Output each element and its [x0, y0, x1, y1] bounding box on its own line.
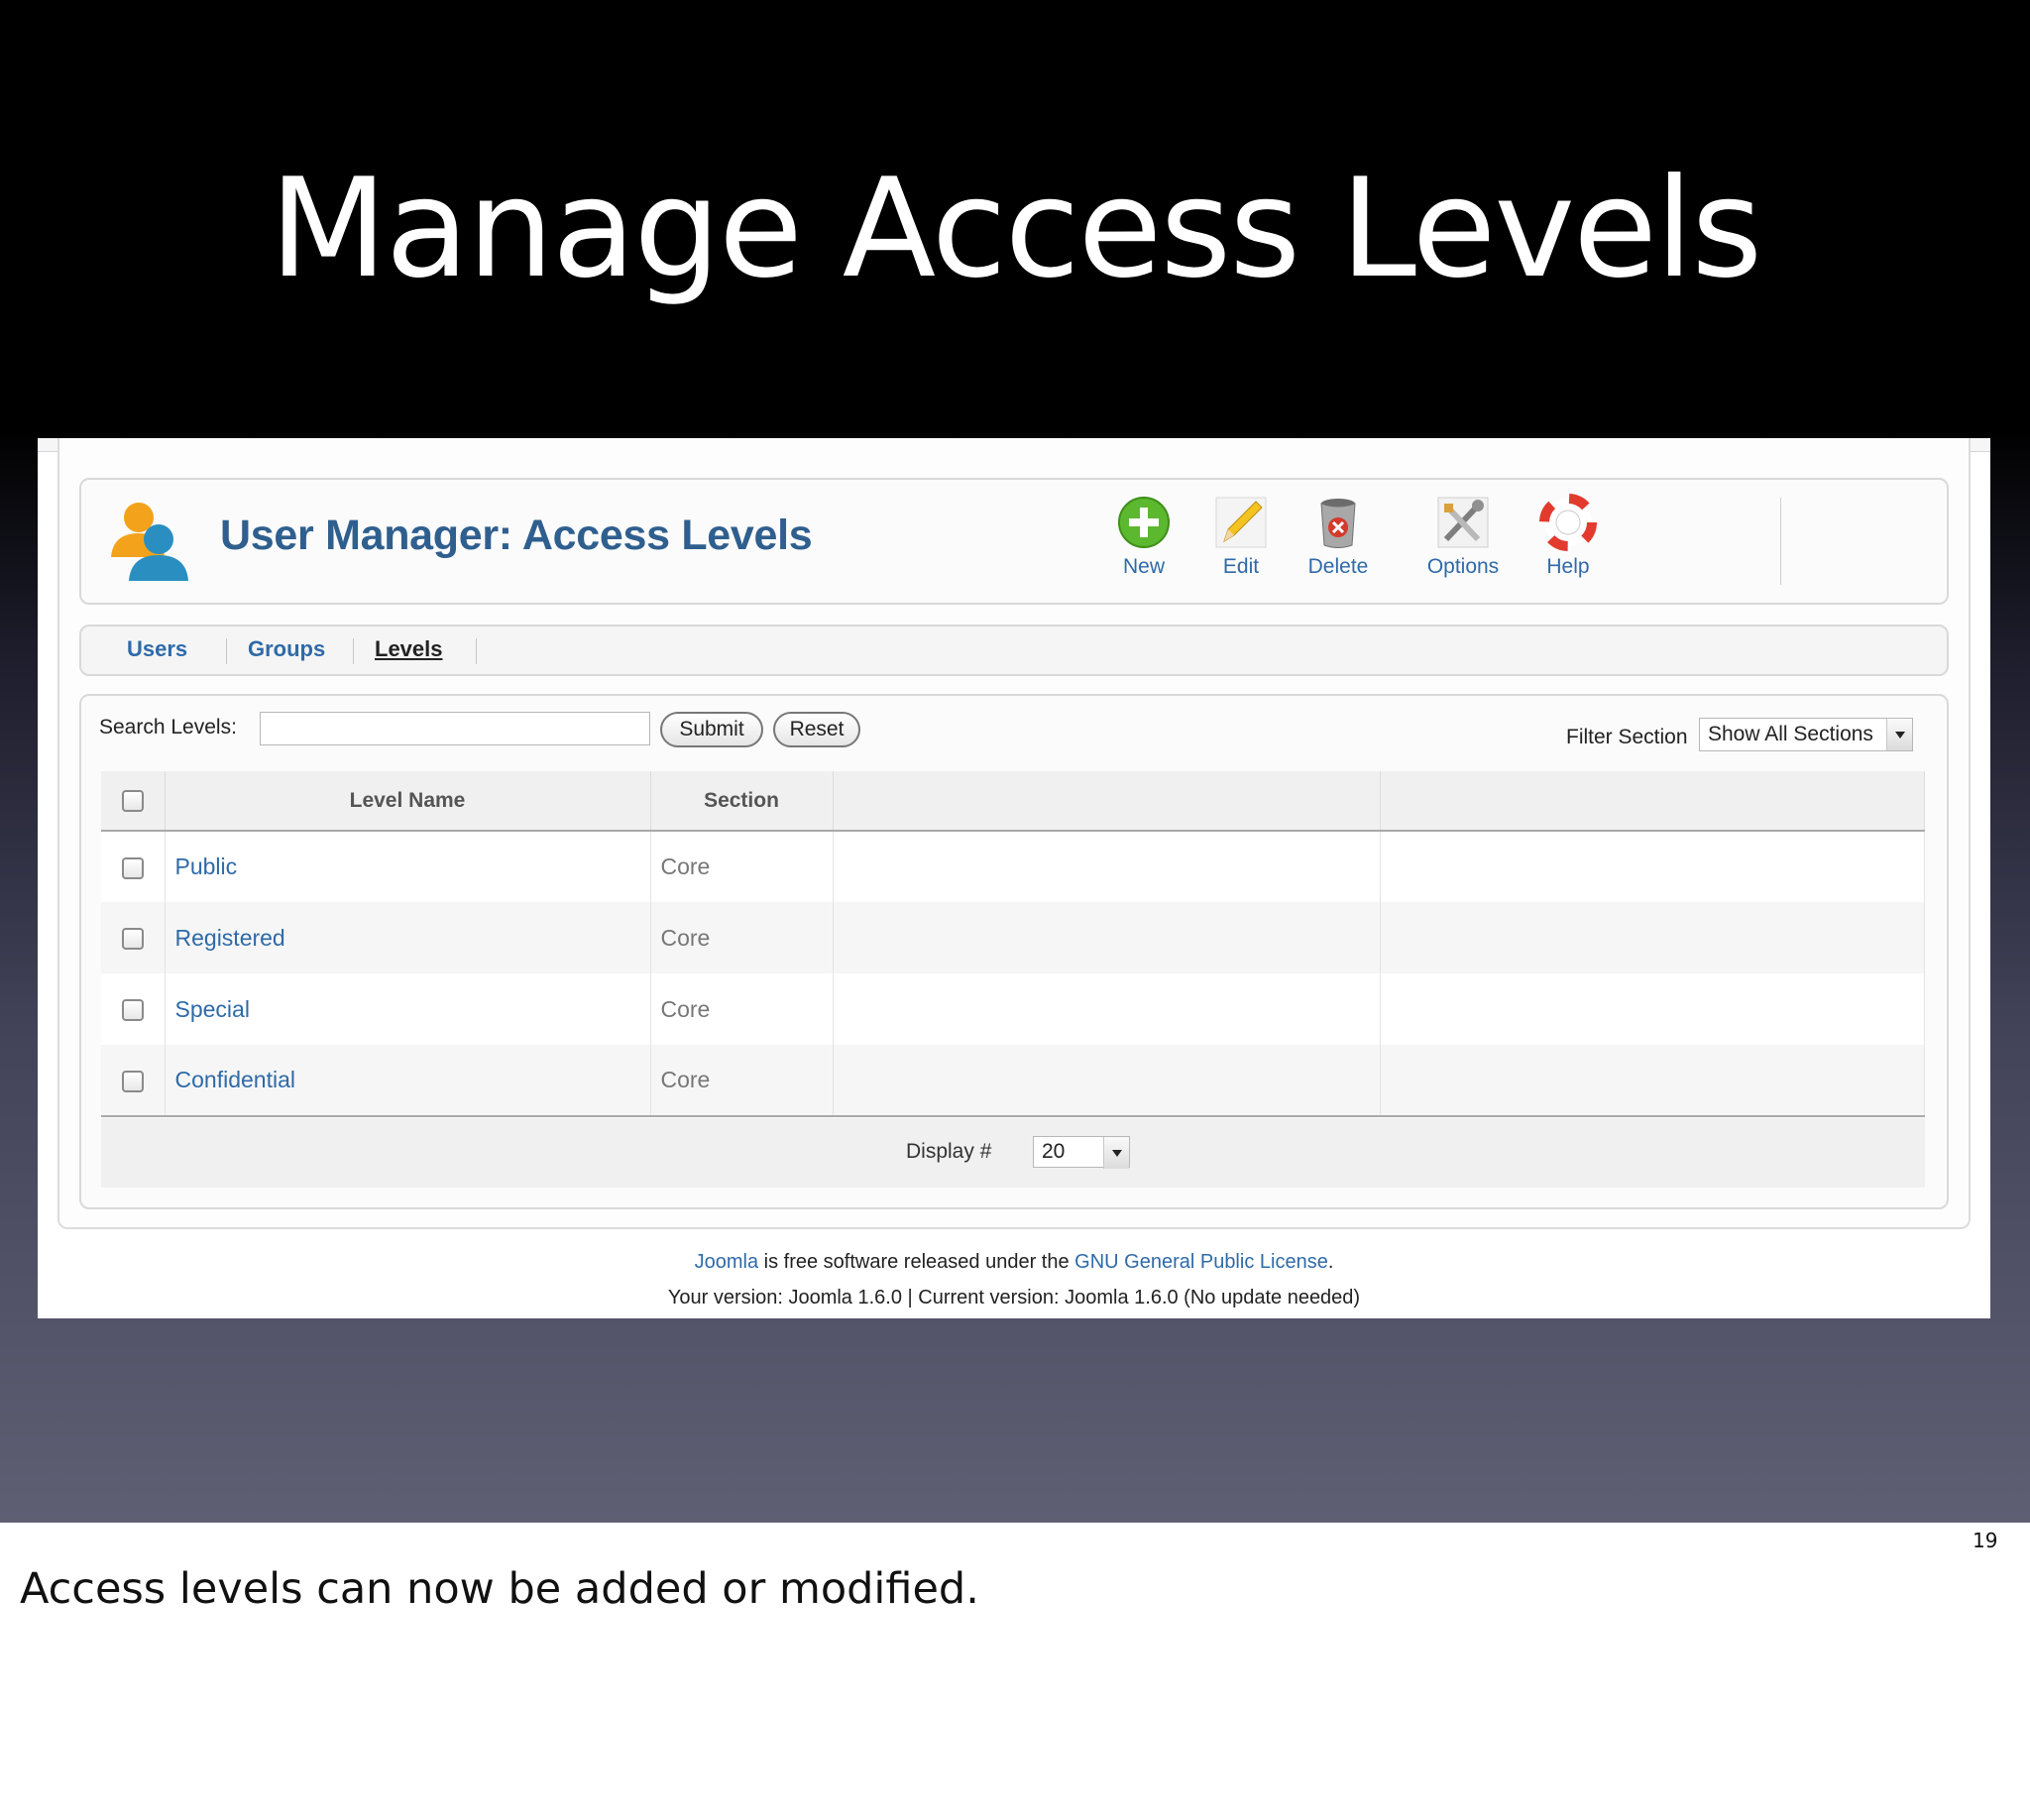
column-header-empty [1380, 771, 1925, 832]
filter-section-label: Filter Section [1566, 726, 1688, 748]
delete-button[interactable]: Delete [1291, 494, 1386, 593]
add-icon [1118, 497, 1170, 548]
empty-cell [1380, 1045, 1925, 1117]
tools-icon [1437, 497, 1489, 548]
chevron-down-icon [1103, 1137, 1129, 1169]
table-row: Public Core [101, 831, 1925, 902]
column-header-section[interactable]: Section [650, 771, 834, 832]
edit-label: Edit [1222, 555, 1260, 578]
chevron-down-icon [1886, 719, 1912, 750]
column-header-level-name[interactable]: Level Name [165, 771, 651, 832]
footer-text: is free software released under the [758, 1251, 1075, 1273]
row-checkbox-cell [101, 973, 166, 1045]
trash-icon [1320, 499, 1356, 548]
table-row: Confidential Core [101, 1045, 1925, 1117]
level-name-cell: Confidential [165, 1045, 651, 1117]
gpl-license-link[interactable]: GNU General Public License [1074, 1251, 1328, 1273]
edit-button[interactable]: Edit [1193, 494, 1289, 593]
section-cell: Core [650, 973, 834, 1045]
new-label: New [1122, 555, 1165, 578]
select-all-checkbox[interactable] [121, 789, 144, 812]
slide-title: Manage Access Levels [269, 149, 1762, 308]
empty-cell [1380, 973, 1925, 1045]
display-count-value: 20 [1042, 1140, 1066, 1163]
section-cell: Core [650, 1045, 834, 1117]
filter-section-value: Show All Sections [1708, 723, 1873, 745]
tab-divider [476, 638, 477, 664]
table-header-row: Level Name Section [101, 771, 1925, 832]
display-count-label: Display # [906, 1140, 992, 1163]
help-button[interactable]: Help [1521, 494, 1616, 593]
level-name-cell: Registered [165, 902, 651, 973]
page-header: User Manager: Access Levels New Edit Del… [79, 478, 1949, 605]
row-checkbox-cell [101, 831, 166, 902]
joomla-link[interactable]: Joomla [695, 1251, 758, 1273]
section-cell: Core [650, 831, 834, 902]
display-count-select[interactable]: 20 [1033, 1136, 1130, 1169]
footer-license: Joomla is free software released under t… [38, 1251, 1990, 1274]
level-name-link[interactable]: Confidential [175, 1067, 295, 1092]
row-checkbox-cell [101, 1045, 166, 1117]
slide: Manage Access Levels User Manager: Acces… [0, 0, 2030, 1523]
app-screenshot: User Manager: Access Levels New Edit Del… [38, 438, 1990, 1318]
level-name-cell: Public [165, 831, 651, 902]
level-name-cell: Special [165, 973, 651, 1045]
levels-table: Level Name Section Public Core Registere… [101, 771, 1925, 1117]
empty-cell [833, 973, 1381, 1045]
row-checkbox[interactable] [121, 999, 144, 1022]
levels-list-panel: Search Levels: Submit Reset Filter Secti… [79, 694, 1949, 1209]
search-input[interactable] [260, 712, 650, 745]
tab-divider [353, 638, 354, 664]
speaker-note: Access levels can now be added or modifi… [20, 1564, 979, 1614]
tab-groups[interactable]: Groups [248, 636, 325, 662]
options-label: Options [1426, 555, 1500, 578]
page-title: User Manager: Access Levels [220, 512, 813, 559]
footer-version: Your version: Joomla 1.6.0 | Current ver… [667, 1287, 1361, 1308]
table-row: Special Core [101, 973, 1925, 1045]
toolbar-separator [1780, 498, 1781, 585]
submenu: Users Groups Levels [79, 625, 1949, 676]
options-button[interactable]: Options [1415, 494, 1511, 593]
empty-cell [833, 1045, 1381, 1117]
tab-levels[interactable]: Levels [375, 636, 443, 662]
filter-section-select[interactable]: Show All Sections [1699, 718, 1913, 751]
submit-button[interactable]: Submit [660, 712, 763, 747]
slide-number: 19 [1973, 1529, 1998, 1552]
reset-button[interactable]: Reset [773, 712, 860, 747]
empty-cell [833, 831, 1381, 902]
help-label: Help [1546, 555, 1590, 578]
section-cell: Core [650, 902, 834, 973]
table-row: Registered Core [101, 902, 1925, 973]
row-checkbox[interactable] [121, 928, 144, 951]
column-header-empty [833, 771, 1381, 832]
users-icon [111, 503, 188, 581]
empty-cell [833, 902, 1381, 973]
empty-cell [1380, 831, 1925, 902]
empty-cell [1380, 902, 1925, 973]
tab-divider [226, 638, 227, 664]
new-button[interactable]: New [1096, 494, 1191, 593]
level-name-link[interactable]: Registered [175, 925, 285, 951]
row-checkbox[interactable] [121, 856, 144, 879]
select-all-cell [101, 771, 166, 832]
pencil-icon [1215, 497, 1267, 548]
level-name-link[interactable]: Public [175, 853, 238, 879]
lifebuoy-icon [1539, 494, 1597, 551]
search-label: Search Levels: [99, 716, 237, 739]
tab-users[interactable]: Users [127, 636, 187, 662]
level-name-link[interactable]: Special [175, 996, 250, 1022]
footer-text-end: . [1327, 1251, 1334, 1273]
pagination-bar: Display # 20 [101, 1118, 1925, 1188]
delete-label: Delete [1307, 555, 1369, 578]
row-checkbox[interactable] [121, 1070, 144, 1092]
row-checkbox-cell [101, 902, 166, 973]
